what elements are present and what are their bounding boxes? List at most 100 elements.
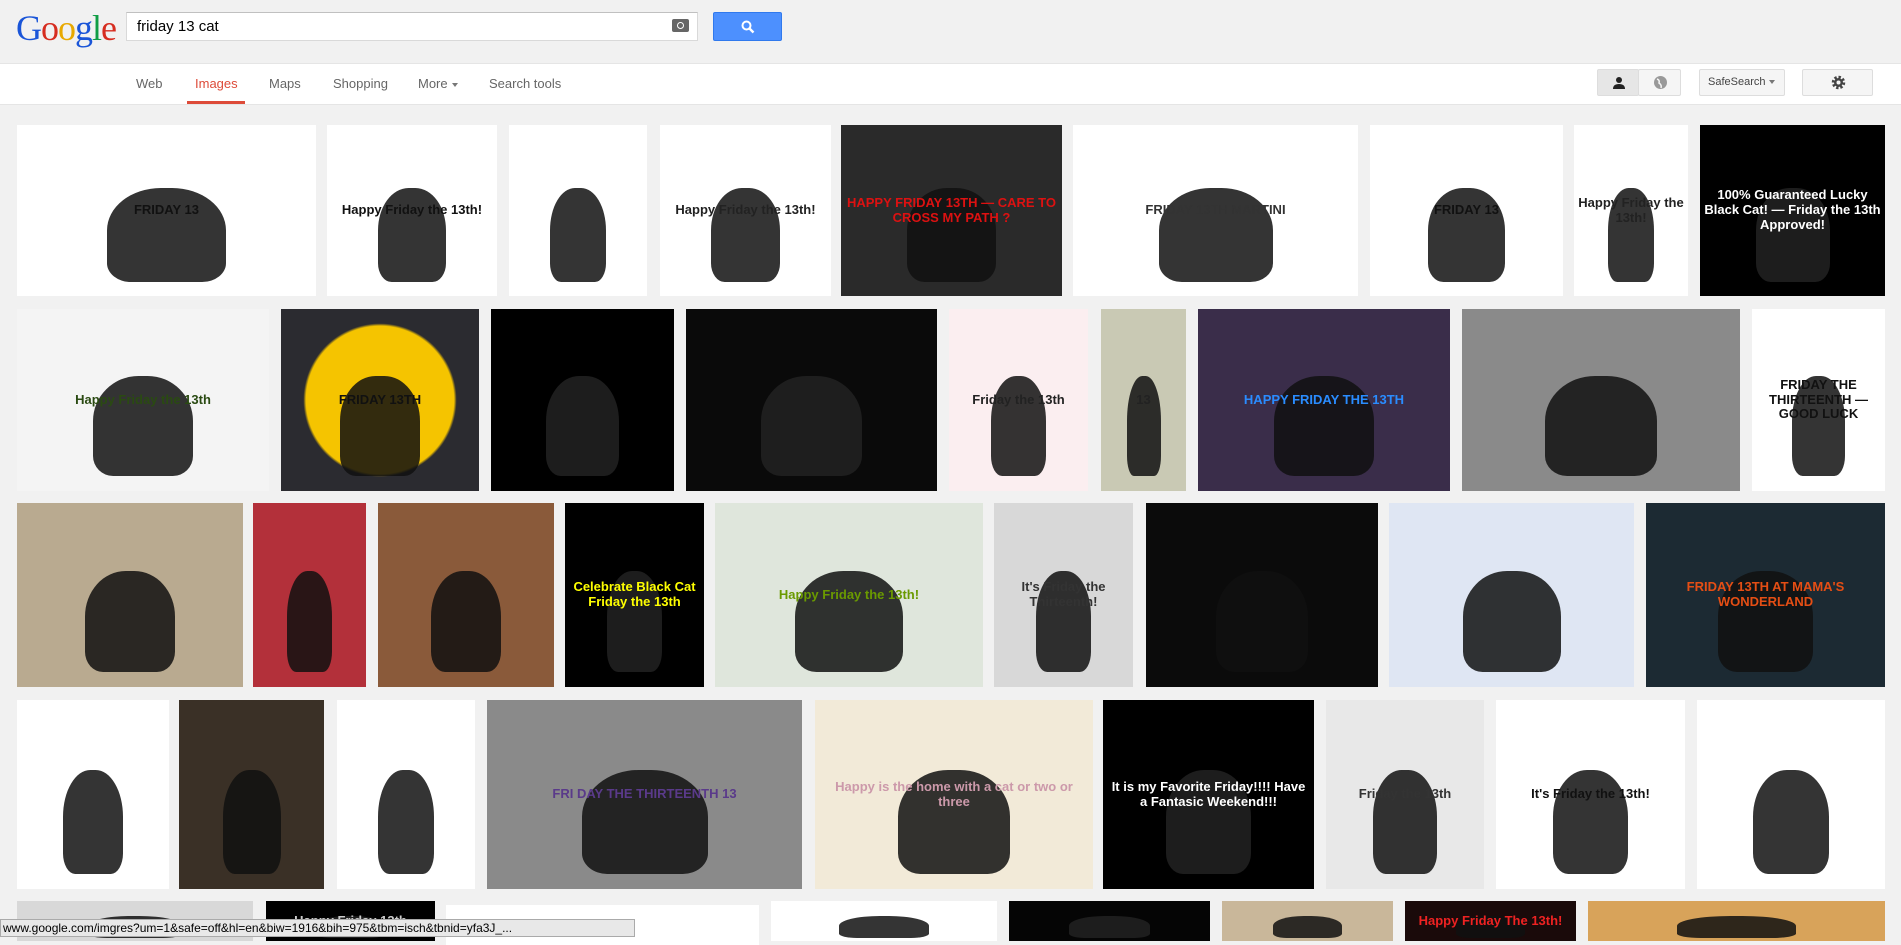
- safesearch-label: SafeSearch: [1708, 76, 1766, 88]
- image-result[interactable]: FRIDAY THE THIRTEENTH — GOOD LUCK: [1752, 309, 1885, 491]
- image-result[interactable]: [179, 700, 324, 889]
- globe-icon: [1654, 76, 1667, 89]
- cat-silhouette-icon: [222, 769, 281, 874]
- search-box[interactable]: [126, 12, 698, 41]
- image-caption: HAPPY FRIDAY THE 13TH: [1243, 391, 1405, 407]
- image-result[interactable]: Happy is the home with a cat or two or t…: [815, 700, 1093, 889]
- cat-silhouette-icon: [550, 188, 606, 283]
- active-tab-indicator: [187, 101, 245, 104]
- image-result[interactable]: Friday the 13th: [949, 309, 1088, 491]
- tab-web[interactable]: Web: [136, 76, 163, 91]
- image-result[interactable]: FRIDAY 13: [1370, 125, 1563, 296]
- image-result[interactable]: [1462, 309, 1740, 491]
- image-caption: It's Friday the Thirteenth!: [1021, 579, 1106, 609]
- image-caption: FRIDAY 13TH AT MAMA'S WONDERLAND: [1686, 579, 1845, 609]
- image-result[interactable]: [1146, 503, 1378, 687]
- camera-icon[interactable]: [672, 19, 689, 32]
- cat-silhouette-icon: [545, 376, 620, 477]
- image-caption: Happy is the home with a cat or two or t…: [835, 778, 1073, 809]
- safesearch-dropdown[interactable]: SafeSearch: [1699, 69, 1785, 96]
- image-caption: Celebrate Black Cat Friday the 13th: [573, 579, 696, 609]
- settings-button[interactable]: [1802, 69, 1873, 96]
- image-result[interactable]: FRIDAY 13TH: [281, 309, 479, 491]
- cat-silhouette-icon: [1677, 915, 1796, 938]
- cat-silhouette-icon: [1462, 571, 1561, 673]
- image-caption: It is my Favorite Friday!!!! Have a Fant…: [1111, 778, 1306, 809]
- image-result[interactable]: FRIDAY 13TH MARTINI: [1073, 125, 1358, 296]
- image-caption: Happy Friday the 13th!: [341, 202, 483, 218]
- cat-silhouette-icon: [1753, 769, 1829, 874]
- image-caption: Happy Friday the 13th!: [778, 586, 920, 602]
- global-results-button[interactable]: [1638, 69, 1681, 96]
- header: Google: [0, 0, 1901, 64]
- image-caption: Friday the 13th: [1358, 786, 1452, 802]
- image-caption: FRIDAY 13TH: [338, 391, 422, 407]
- image-result[interactable]: Happy Friday the 13th!: [1574, 125, 1688, 296]
- search-button[interactable]: [713, 12, 782, 41]
- image-result[interactable]: Happy Friday the 13th: [17, 309, 269, 491]
- tab-search-tools[interactable]: Search tools: [489, 76, 561, 91]
- image-result[interactable]: [253, 503, 366, 687]
- image-result[interactable]: [378, 503, 554, 687]
- image-result[interactable]: 100% Guaranteed Lucky Black Cat! — Frida…: [1700, 125, 1885, 296]
- status-bar-url: www.google.com/imgres?um=1&safe=off&hl=e…: [0, 919, 635, 937]
- image-result[interactable]: It's Friday the 13th!: [1496, 700, 1685, 889]
- image-result[interactable]: [17, 700, 169, 889]
- image-caption: Friday the 13th: [972, 391, 1065, 407]
- image-result[interactable]: FRIDAY 13: [17, 125, 316, 296]
- image-result[interactable]: [17, 503, 243, 687]
- image-result[interactable]: [1222, 901, 1393, 941]
- personal-results-button[interactable]: [1597, 69, 1639, 96]
- image-caption: FRIDAY 13TH MARTINI: [1145, 202, 1286, 218]
- cat-silhouette-icon: [286, 571, 333, 673]
- image-caption: Happy Friday the 13th: [75, 391, 211, 407]
- image-result[interactable]: 13: [1101, 309, 1186, 491]
- cat-silhouette-icon: [378, 769, 434, 874]
- tab-shopping[interactable]: Shopping: [333, 76, 388, 91]
- cat-silhouette-icon: [1273, 915, 1342, 938]
- image-result[interactable]: [1389, 503, 1634, 687]
- google-logo[interactable]: Google: [16, 7, 117, 49]
- magnifier-icon: [741, 20, 755, 34]
- cat-silhouette-icon: [62, 769, 124, 874]
- image-result[interactable]: HAPPY FRIDAY 13TH — CARE TO CROSS MY PAT…: [841, 125, 1062, 296]
- image-result[interactable]: Happy Friday the 13th!: [660, 125, 831, 296]
- image-result[interactable]: Happy Friday the 13th!: [715, 503, 983, 687]
- image-caption: 100% Guaranteed Lucky Black Cat! — Frida…: [1704, 187, 1881, 232]
- image-result[interactable]: [337, 700, 475, 889]
- cat-silhouette-icon: [761, 376, 862, 477]
- image-result[interactable]: [1697, 700, 1885, 889]
- cat-silhouette-icon: [838, 915, 930, 938]
- image-result[interactable]: It's Friday the Thirteenth!: [994, 503, 1133, 687]
- image-result[interactable]: [771, 901, 997, 941]
- image-result[interactable]: [1009, 901, 1210, 941]
- image-result[interactable]: Happy Friday the 13th!: [327, 125, 497, 296]
- image-result[interactable]: It is my Favorite Friday!!!! Have a Fant…: [1103, 700, 1314, 889]
- tab-maps[interactable]: Maps: [269, 76, 301, 91]
- image-caption: Happy Friday the 13th!: [675, 202, 816, 218]
- image-result[interactable]: [1588, 901, 1885, 941]
- image-result[interactable]: HAPPY FRIDAY THE 13TH: [1198, 309, 1450, 491]
- cat-silhouette-icon: [1545, 376, 1657, 477]
- image-caption: It's Friday the 13th!: [1531, 786, 1650, 802]
- nav-bar: Web Images Maps Shopping More Search too…: [0, 64, 1901, 105]
- cat-silhouette-icon: [84, 571, 176, 673]
- tab-more[interactable]: More: [418, 76, 458, 91]
- image-caption: Happy Friday The 13th!: [1418, 912, 1563, 928]
- image-result[interactable]: [491, 309, 674, 491]
- image-result[interactable]: Friday the 13th: [1326, 700, 1484, 889]
- image-caption: HAPPY FRIDAY 13TH — CARE TO CROSS MY PAT…: [846, 194, 1056, 225]
- chevron-down-icon: [451, 82, 458, 87]
- image-result[interactable]: FRI DAY THE THIRTEENTH 13: [487, 700, 802, 889]
- cat-silhouette-icon: [430, 571, 502, 673]
- tab-images[interactable]: Images: [195, 76, 238, 91]
- image-result[interactable]: Celebrate Black Cat Friday the 13th: [565, 503, 704, 687]
- image-result[interactable]: [509, 125, 647, 296]
- image-caption: FRIDAY 13: [133, 202, 200, 218]
- gear-icon: [1831, 75, 1846, 90]
- image-result[interactable]: FRIDAY 13TH AT MAMA'S WONDERLAND: [1646, 503, 1885, 687]
- image-result[interactable]: Happy Friday The 13th!: [1405, 901, 1576, 941]
- search-input[interactable]: [135, 17, 659, 36]
- image-result[interactable]: [686, 309, 937, 491]
- image-caption: Happy Friday the 13th!: [1578, 194, 1684, 225]
